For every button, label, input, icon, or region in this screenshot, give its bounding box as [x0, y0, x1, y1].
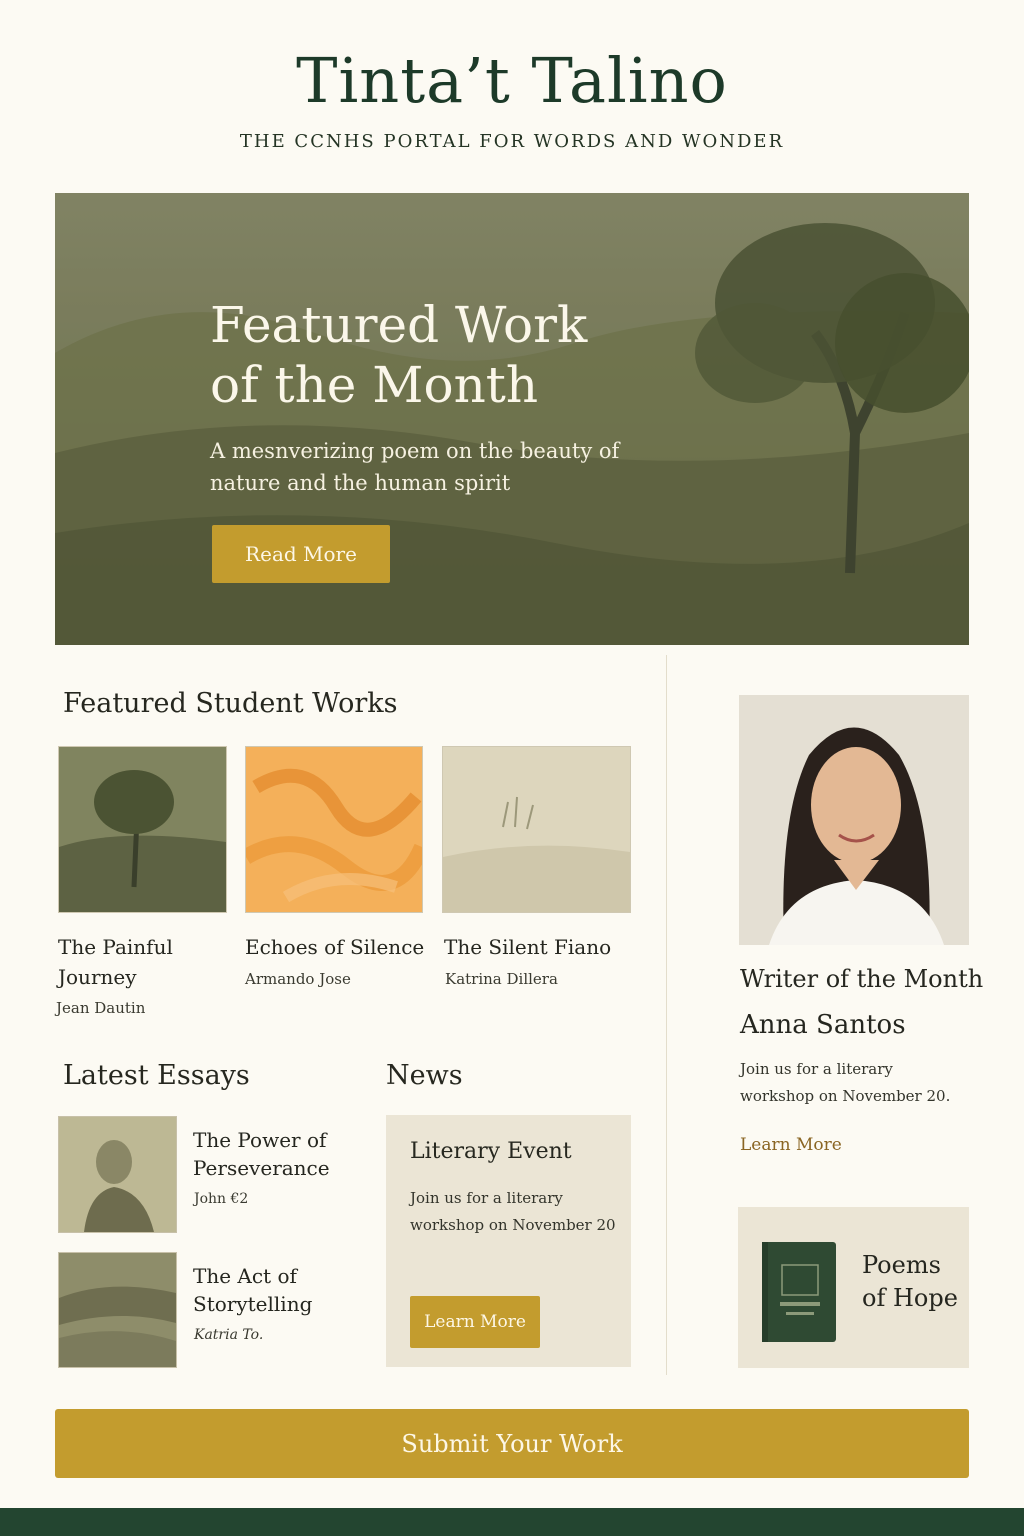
book-cover-image [762, 1242, 836, 1342]
featured-student-works-heading: Featured Student Works [63, 688, 398, 719]
work-title[interactable]: Echoes of Silence [245, 932, 430, 962]
submit-your-work-button[interactable]: Submit Your Work [55, 1409, 969, 1478]
read-more-button[interactable]: Read More [212, 525, 390, 583]
tree-landscape-image [59, 747, 226, 912]
hero-banner: Featured Work of the Month A mesnverizin… [55, 193, 969, 645]
news-card: Literary Event Join us for a literary wo… [386, 1115, 631, 1367]
work-title[interactable]: The Painful Journey [58, 932, 228, 992]
sketch-landscape-image [443, 747, 630, 912]
work-title[interactable]: The Silent Fiano [444, 932, 634, 962]
site-title: Tinta’t Talino [296, 44, 728, 117]
work-thumbnail-silent-fiano[interactable] [442, 746, 631, 913]
book-title: Poems of Hope [862, 1251, 958, 1312]
essay-thumbnail-perseverance[interactable] [58, 1116, 177, 1233]
essay-author: John €2 [194, 1191, 249, 1207]
writer-name: Anna Santos [740, 1010, 906, 1040]
essay-author: Katria To. [194, 1327, 264, 1343]
work-thumbnail-painful-journey[interactable] [58, 746, 227, 913]
book-card[interactable]: Poems of Hope [738, 1207, 969, 1368]
essay-thumbnail-storytelling[interactable] [58, 1252, 177, 1368]
writer-portrait-image [739, 695, 969, 945]
essay-title[interactable]: The Act of Storytelling [193, 1262, 343, 1318]
work-thumbnail-echoes-of-silence[interactable] [241, 746, 430, 913]
writer-photo [739, 695, 969, 945]
hero-landscape-image [55, 193, 969, 645]
work-author: Armando Jose [245, 970, 351, 988]
latest-essays-heading: Latest Essays [63, 1060, 250, 1091]
abstract-painting-image [241, 747, 430, 912]
work-author: Katrina Dillera [445, 970, 558, 988]
writer-learn-more-link[interactable]: Learn More [740, 1135, 842, 1155]
writer-of-the-month-heading: Writer of the Month [740, 965, 984, 993]
news-heading: News [386, 1060, 463, 1091]
writer-description: Join us for a literary workshop on Novem… [740, 1060, 951, 1105]
hero-description: A mesnverizing poem on the beauty of nat… [210, 439, 620, 495]
work-author: Jean Dautin [56, 999, 146, 1017]
essay-title[interactable]: The Power of Perseverance [193, 1126, 343, 1182]
news-learn-more-button[interactable]: Learn More [410, 1296, 540, 1348]
column-divider [666, 655, 667, 1375]
footer-bar [0, 1508, 1024, 1536]
portrait-sketch-image [59, 1117, 176, 1232]
news-event-title: Literary Event [410, 1139, 572, 1164]
news-event-text: Join us for a literary workshop on Novem… [410, 1189, 616, 1234]
hero-title: Featured Work of the Month [210, 296, 588, 414]
seascape-sketch-image [59, 1253, 176, 1367]
site-tagline: THE CCNHS PORTAL FOR WORDS AND WONDER [239, 131, 785, 152]
